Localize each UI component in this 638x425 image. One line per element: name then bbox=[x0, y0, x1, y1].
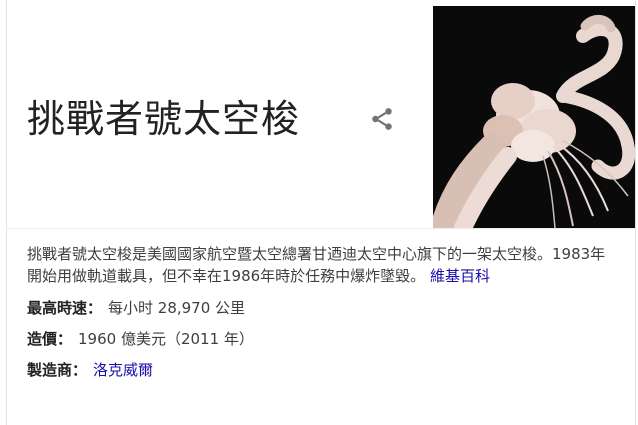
fact-cost: 造價： 1960 億美元（2011 年） bbox=[27, 328, 615, 350]
fact-key: 造價： bbox=[27, 330, 73, 348]
share-icon bbox=[372, 108, 392, 130]
manufacturer-link[interactable]: 洛克威爾 bbox=[93, 361, 153, 379]
panel-body: 挑戰者號太空梭是美國國家航空暨太空總署甘迺迪太空中心旗下的一架太空梭。1983年… bbox=[7, 229, 635, 381]
explosion-photo bbox=[433, 6, 635, 228]
description-text: 挑戰者號太空梭是美國國家航空暨太空總署甘迺迪太空中心旗下的一架太空梭。1983年… bbox=[27, 245, 606, 285]
fact-top-speed: 最高時速： 每小时 28,970 公里 bbox=[27, 297, 615, 319]
fact-key: 最高時速： bbox=[27, 299, 103, 317]
fact-value: 每小时 28,970 公里 bbox=[108, 299, 246, 317]
description: 挑戰者號太空梭是美國國家航空暨太空總署甘迺迪太空中心旗下的一架太空梭。1983年… bbox=[27, 243, 615, 287]
panel-title: 挑戰者號太空梭 bbox=[27, 97, 301, 141]
fact-value: 1960 億美元（2011 年） bbox=[78, 330, 254, 348]
knowledge-panel: 挑戰者號太空梭 挑戰者號太空梭是美國國家航空暨太空總署甘迺迪太空中心旗下的一架太… bbox=[6, 0, 636, 425]
fact-key: 製造商： bbox=[27, 361, 88, 379]
wikipedia-link[interactable]: 維基百科 bbox=[430, 267, 490, 285]
share-button[interactable] bbox=[367, 104, 397, 134]
panel-header: 挑戰者號太空梭 bbox=[7, 0, 635, 229]
hero-image[interactable] bbox=[433, 6, 635, 228]
facts-list: 最高時速： 每小时 28,970 公里 造價： 1960 億美元（2011 年） 製… bbox=[27, 297, 615, 381]
fact-manufacturer: 製造商： 洛克威爾 bbox=[27, 359, 615, 381]
